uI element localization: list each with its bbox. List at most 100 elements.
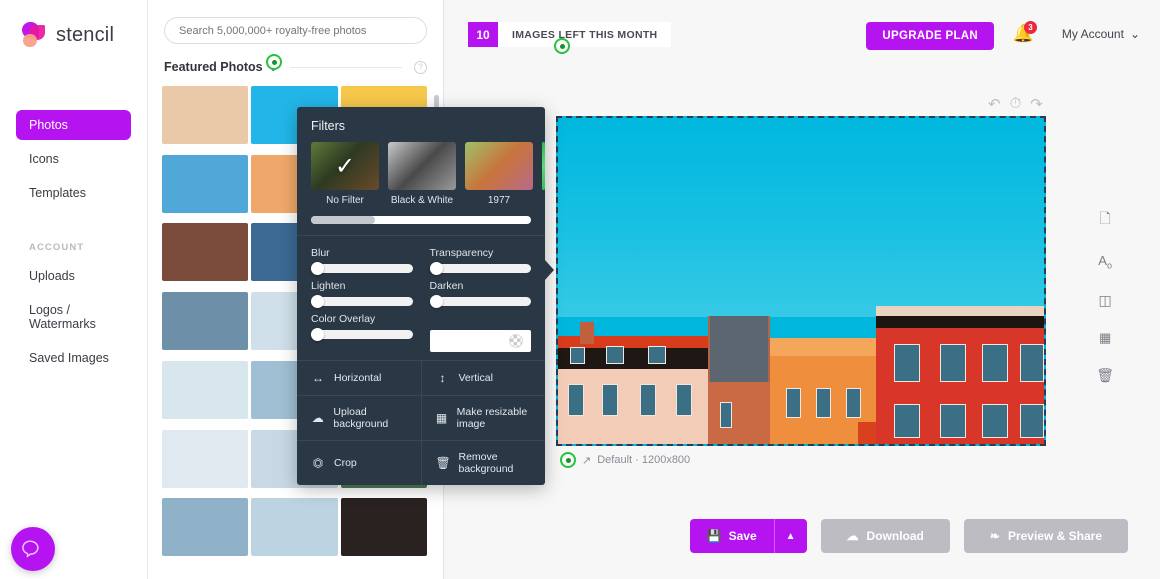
blur-slider-track[interactable] xyxy=(311,262,413,275)
action-flip-horizontal[interactable]: ↔ Horizontal xyxy=(297,361,421,395)
download-button[interactable]: ☁ Download xyxy=(820,519,950,553)
account-menu[interactable]: My Account ⌄ xyxy=(1062,27,1140,41)
sidebar-item-templates[interactable]: Templates xyxy=(16,178,131,208)
account-label: My Account xyxy=(1061,27,1124,41)
transparency-slider-track[interactable] xyxy=(429,262,531,275)
brand-logo[interactable]: stencil xyxy=(0,0,147,48)
filter-preset-no-filter[interactable]: ✓ No Filter xyxy=(311,142,379,206)
filters-scrollbar[interactable] xyxy=(311,216,531,224)
filter-action-row-2: ☁ Upload background ▦ Make resizable ima… xyxy=(297,395,545,440)
photo-thumbnail[interactable] xyxy=(251,498,338,557)
cursor-marker-quota xyxy=(554,38,570,54)
grid-icon[interactable]: ▦ xyxy=(1099,330,1111,346)
bottom-action-bar: 💾 Save ▲ ☁ Download ❧ Preview & Share xyxy=(689,519,1128,553)
sidebar-item-photos[interactable]: Photos xyxy=(16,110,131,140)
slider-color-overlay: Color Overlay xyxy=(311,313,413,352)
sky-background xyxy=(558,118,1044,317)
action-label: Vertical xyxy=(458,372,493,384)
slider-transparency: Transparency xyxy=(429,247,531,275)
action-remove-background[interactable]: 🗑 Remove background xyxy=(420,441,546,485)
filter-thumb xyxy=(388,142,456,190)
color-overlay-slider-track[interactable] xyxy=(311,328,413,341)
sidebar-item-logos-watermarks[interactable]: Logos / Watermarks xyxy=(16,295,131,339)
slider-knob[interactable] xyxy=(311,295,324,308)
slider-label: Blur xyxy=(311,247,330,259)
text-icon[interactable]: Ao xyxy=(1098,253,1112,271)
slider-knob[interactable] xyxy=(311,328,324,341)
search-input[interactable] xyxy=(179,24,412,37)
search-box[interactable] xyxy=(164,17,427,44)
resize-arrow-icon[interactable]: ↗ xyxy=(582,454,591,467)
filter-thumb: ✓ xyxy=(311,142,379,190)
redo-icon[interactable]: ↷ xyxy=(1030,95,1043,113)
cloud-download-icon: ☁ xyxy=(846,529,859,543)
action-flip-vertical[interactable]: ↕ Vertical xyxy=(420,361,546,395)
filter-presets: ✓ No Filter Black & White 1977 xyxy=(297,142,545,206)
action-crop[interactable]: ⏣ Crop xyxy=(297,441,421,485)
lighten-slider-track[interactable] xyxy=(311,295,413,308)
action-label: Make resizable image xyxy=(456,406,528,430)
image-canvas[interactable] xyxy=(556,116,1046,446)
page-icon[interactable]: 🗋 xyxy=(1099,208,1110,232)
notifications-button[interactable]: 🔔 3 xyxy=(1013,21,1037,44)
photo-thumbnail[interactable] xyxy=(162,154,249,213)
sidebar-item-icons[interactable]: Icons xyxy=(16,144,131,174)
photo-thumbnail[interactable] xyxy=(162,86,249,144)
slider-blur: Blur xyxy=(311,247,413,275)
filters-popover: Filters ✓ No Filter Black & White 1977 B… xyxy=(297,107,554,485)
slider-knob[interactable] xyxy=(311,262,324,275)
canvas-area: ↶ ⏱ ↷ ↗ Default · 1200x800 🗋 Ao ◫ ▦ 🗑 💾 … xyxy=(444,68,1160,579)
sidebar-item-uploads[interactable]: Uploads xyxy=(16,261,131,291)
filter-preset-1977[interactable]: 1977 xyxy=(465,142,533,206)
filters-title: Filters xyxy=(311,119,346,133)
trash-icon[interactable]: 🗑 xyxy=(1096,367,1114,384)
slider-label: Color Overlay xyxy=(311,313,376,325)
transparency-checker-icon xyxy=(509,334,523,348)
action-label: Remove background xyxy=(458,451,514,475)
save-options-button[interactable]: ▲ xyxy=(773,519,807,553)
history-clock-icon[interactable]: ⏱ xyxy=(1010,95,1022,113)
filter-action-row-1: ↔ Horizontal ↕ Vertical xyxy=(297,360,545,395)
sidebar-nav: Photos Icons Templates ACCOUNT Uploads L… xyxy=(0,110,147,373)
quota-label: IMAGES LEFT THIS MONTH xyxy=(498,22,672,47)
filter-preset-black-and-white[interactable]: Black & White xyxy=(388,142,456,206)
stencil-app: stencil Photos Icons Templates ACCOUNT U… xyxy=(0,0,1160,579)
filter-thumb-partial[interactable] xyxy=(542,142,545,190)
photo-thumbnail[interactable] xyxy=(162,498,249,557)
buildings-illustration xyxy=(558,306,1044,444)
save-label: Save xyxy=(728,529,757,543)
action-upload-background[interactable]: ☁ Upload background xyxy=(297,396,421,440)
upgrade-plan-button[interactable]: UPGRADE PLAN xyxy=(866,22,994,50)
top-header: 10 IMAGES LEFT THIS MONTH UPGRADE PLAN 🔔… xyxy=(444,0,1160,68)
photo-thumbnail[interactable] xyxy=(162,223,249,282)
chevron-down-icon: ⌄ xyxy=(1129,27,1140,41)
undo-icon[interactable]: ↶ xyxy=(988,95,1001,113)
preview-share-button[interactable]: ❧ Preview & Share xyxy=(963,519,1128,553)
help-widget[interactable] xyxy=(11,527,55,571)
filter-label: 1977 xyxy=(487,195,511,206)
canvas-label-text: Default · 1200x800 xyxy=(597,454,691,466)
filter-label: Black & White xyxy=(390,195,454,206)
save-button[interactable]: 💾 Save xyxy=(689,519,774,553)
action-make-resizable-image[interactable]: ▦ Make resizable image xyxy=(420,396,546,440)
sidebar-item-saved-images[interactable]: Saved Images xyxy=(16,343,131,373)
question-mark-icon[interactable]: ? xyxy=(414,60,427,74)
filter-sliders: Blur Transparency Lighten Darken Color O… xyxy=(297,236,545,360)
action-label: Horizontal xyxy=(334,372,382,384)
rectangle-icon[interactable]: ◫ xyxy=(1098,292,1111,309)
photo-thumbnail[interactable] xyxy=(162,360,249,419)
photo-thumbnail[interactable] xyxy=(162,292,249,351)
color-overlay-swatch[interactable] xyxy=(429,330,531,352)
featured-photos-title: Featured Photos xyxy=(164,60,263,74)
slider-knob[interactable] xyxy=(429,295,443,308)
image-icon: ▦ xyxy=(435,411,448,425)
divider xyxy=(289,66,402,68)
popover-pointer xyxy=(544,259,554,281)
photo-thumbnail[interactable] xyxy=(162,429,249,488)
slider-lighten: Lighten xyxy=(311,280,413,308)
photo-thumbnail[interactable] xyxy=(340,498,427,557)
slider-knob[interactable] xyxy=(429,262,443,275)
action-label: Upload background xyxy=(333,406,389,430)
sidebar-section-account: ACCOUNT xyxy=(29,242,85,253)
darken-slider-track[interactable] xyxy=(429,295,531,308)
